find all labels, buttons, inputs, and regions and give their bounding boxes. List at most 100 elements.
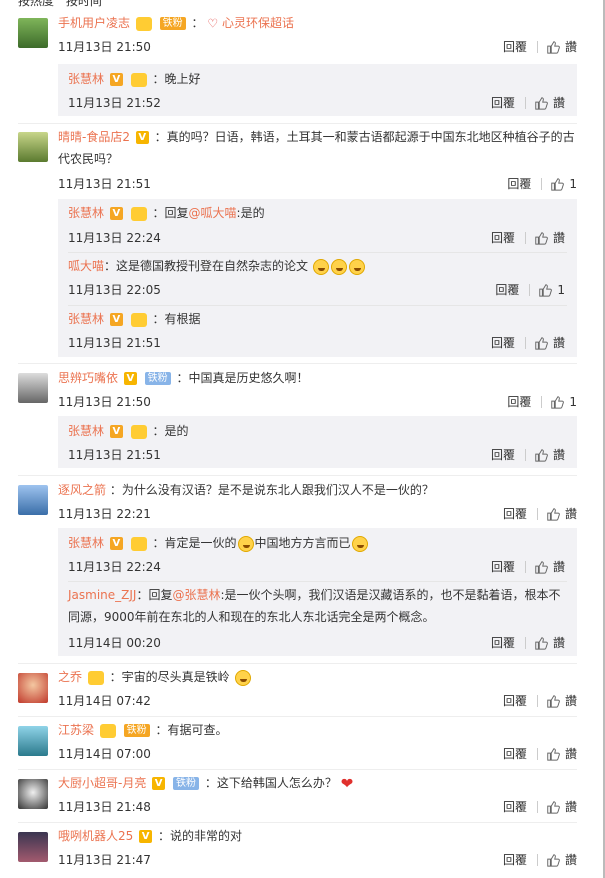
comment-text: ：这下给韩国人怎么办？: [204, 776, 337, 790]
like-count[interactable]: 讚: [565, 692, 577, 709]
comment-username[interactable]: 江苏梁: [58, 723, 94, 737]
reply-button[interactable]: 回覆: [503, 745, 527, 762]
reply-username[interactable]: 张慧林: [68, 206, 104, 220]
like-count[interactable]: 1: [557, 283, 565, 297]
like-icon[interactable]: [534, 560, 548, 574]
like-icon[interactable]: [534, 636, 548, 650]
vip-icon: [130, 312, 147, 327]
like-icon[interactable]: [550, 177, 564, 191]
like-icon[interactable]: [546, 694, 560, 708]
reply-button[interactable]: 回覆: [491, 446, 515, 463]
reply-button[interactable]: 回覆: [503, 798, 527, 815]
like-icon[interactable]: [534, 96, 548, 110]
reply-username[interactable]: 张慧林: [68, 536, 104, 550]
like-count[interactable]: 讚: [553, 446, 565, 463]
reply-username[interactable]: 张慧林: [68, 424, 104, 438]
avatar[interactable]: [18, 132, 48, 162]
like-count[interactable]: 讚: [565, 505, 577, 522]
vip-icon: [130, 536, 147, 551]
like-icon[interactable]: [538, 283, 552, 297]
mention-link[interactable]: @呱大喵: [189, 206, 237, 220]
like-count[interactable]: 讚: [553, 94, 565, 111]
like-icon[interactable]: [534, 231, 548, 245]
reply-username[interactable]: 张慧林: [68, 72, 104, 86]
avatar[interactable]: [18, 779, 48, 809]
reply-box: 张慧林 V ：肯定是一伙的 中国地方方言而已 11月13日 22:24 回覆 讚 …: [58, 528, 577, 656]
reply-button[interactable]: 回覆: [491, 94, 515, 111]
like-count[interactable]: 讚: [565, 38, 577, 55]
like-icon[interactable]: [546, 507, 560, 521]
like-icon[interactable]: [534, 448, 548, 462]
like-icon[interactable]: [546, 800, 560, 814]
comment-time: 11月14日 07:42: [58, 694, 151, 708]
like-count[interactable]: 1: [569, 395, 577, 409]
like-count[interactable]: 讚: [553, 229, 565, 246]
comment-text: ：宇宙的尽头真是铁岭: [109, 670, 230, 684]
reply-button[interactable]: 回覆: [503, 505, 527, 522]
comment-text: ：中国真是历史悠久啊！: [176, 371, 309, 385]
vip-icon: [87, 670, 104, 685]
reply-button[interactable]: 回覆: [507, 175, 531, 192]
reply-box: 张慧林 V ：晚上好 11月13日 21:52 回覆 讚: [58, 64, 577, 116]
topic-link[interactable]: 心灵环保超话: [222, 16, 294, 30]
comment-username[interactable]: 大厨小超哥-月亮: [58, 776, 146, 790]
comment-username[interactable]: 哦咧机器人25: [58, 829, 133, 843]
avatar[interactable]: [18, 832, 48, 862]
like-icon[interactable]: [546, 40, 560, 54]
reply-box: 张慧林 V ：回复@呱大喵:是的 11月13日 22:24 回覆 讚 呱大喵：这…: [58, 199, 577, 357]
comment-username[interactable]: 之乔: [58, 670, 82, 684]
sort-by-hot[interactable]: 按热度: [18, 0, 54, 8]
reply-button[interactable]: 回覆: [495, 281, 519, 298]
reply-button[interactable]: 回覆: [507, 393, 531, 410]
comment-username[interactable]: 逐风之箭: [58, 483, 106, 497]
like-count[interactable]: 讚: [565, 851, 577, 868]
reply-username[interactable]: Jasmine_ZJJ: [68, 588, 136, 602]
avatar[interactable]: [18, 18, 48, 48]
reply-button[interactable]: 回覆: [491, 334, 515, 351]
comment-time: 11月13日 21:51: [58, 177, 151, 191]
reply-button[interactable]: 回覆: [503, 692, 527, 709]
like-icon[interactable]: [546, 853, 560, 867]
comment-username[interactable]: 思辨巧嘴依: [58, 371, 118, 385]
avatar[interactable]: [18, 373, 48, 403]
reply-button[interactable]: 回覆: [491, 229, 515, 246]
avatar[interactable]: [18, 485, 48, 515]
fan-badge: 铁粉: [173, 777, 199, 790]
verified-icon: V: [135, 131, 149, 144]
comment-time: 11月14日 07:00: [58, 747, 151, 761]
reply-time: 11月13日 21:52: [68, 96, 161, 110]
comment-username[interactable]: 手机用户凌志: [58, 16, 130, 30]
like-icon[interactable]: [550, 395, 564, 409]
fan-badge: 铁粉: [123, 724, 150, 737]
comment-text: ：为什么没有汉语？是不是说东北人跟我们汉人不是一伙的？: [109, 483, 434, 497]
reply-username[interactable]: 张慧林: [68, 312, 104, 326]
comment-time: 11月13日 21:48: [58, 800, 151, 814]
verified-icon: V: [109, 313, 123, 326]
reply-username[interactable]: 呱大喵: [68, 259, 104, 273]
avatar[interactable]: [18, 726, 48, 756]
like-icon[interactable]: [534, 336, 548, 350]
like-icon[interactable]: [546, 747, 560, 761]
mention-link[interactable]: @张慧林: [172, 588, 220, 602]
sort-by-time[interactable]: 按时间: [66, 0, 102, 8]
comment-time: 11月13日 21:47: [58, 853, 151, 867]
heart-icon: ♡: [207, 16, 219, 31]
like-count[interactable]: 讚: [553, 634, 565, 651]
verified-icon: V: [123, 372, 137, 385]
vip-icon: [99, 723, 116, 738]
laugh-emoji-icon: [330, 258, 347, 275]
vip-icon: [130, 424, 147, 439]
like-count[interactable]: 讚: [553, 334, 565, 351]
like-count[interactable]: 1: [569, 177, 577, 191]
reply-button[interactable]: 回覆: [503, 38, 527, 55]
like-count[interactable]: 讚: [565, 745, 577, 762]
reply-button[interactable]: 回覆: [503, 851, 527, 868]
vip-icon: [130, 206, 147, 221]
reply-button[interactable]: 回覆: [491, 558, 515, 575]
like-count[interactable]: 讚: [565, 798, 577, 815]
comment-username[interactable]: 晴晴-食品店2: [58, 130, 130, 144]
sort-tabs: 按热度 按时间: [18, 0, 110, 8]
like-count[interactable]: 讚: [553, 558, 565, 575]
reply-button[interactable]: 回覆: [491, 634, 515, 651]
avatar[interactable]: [18, 673, 48, 703]
